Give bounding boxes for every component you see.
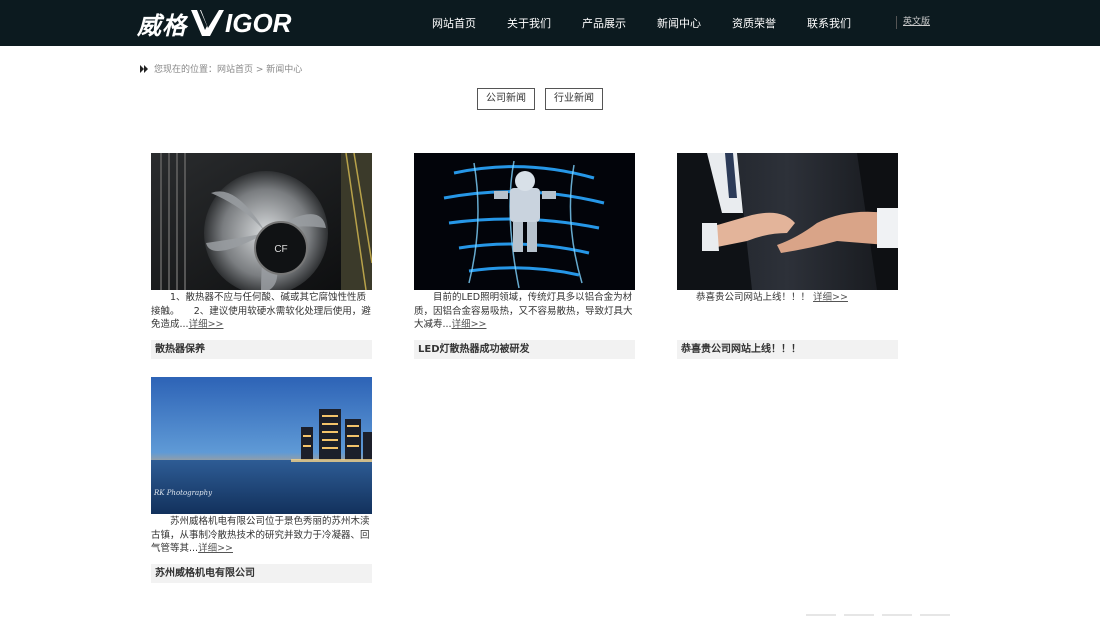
news-card: CF 1、散热器不应与任何酸、碱或其它腐蚀性性质接触。 2、建议使用软硬水需软化… xyxy=(151,153,372,359)
footer-divider xyxy=(806,614,958,616)
logo-en-word: IGOR xyxy=(225,7,292,38)
card-title[interactable]: 散热器保养 xyxy=(151,340,372,359)
site-header: 威格 IGOR 网站首页 关于我们 产品展示 新闻中心 资质荣誉 联系我们 英文… xyxy=(0,0,1100,46)
nav-item-honors[interactable]: 资质荣誉 xyxy=(732,15,776,31)
handshake-image[interactable] xyxy=(677,153,898,290)
logo[interactable]: 威格 IGOR xyxy=(137,4,291,42)
breadcrumb: 您现在的位置：网站首页 > 新闻中心 xyxy=(139,62,302,75)
city-skyline-image[interactable]: RK Photography xyxy=(151,377,372,514)
card-description: 1、散热器不应与任何酸、碱或其它腐蚀性性质接触。 2、建议使用软硬水需软化处理后… xyxy=(151,291,372,333)
card-title[interactable]: 苏州威格机电有限公司 xyxy=(151,564,372,583)
nav-item-news[interactable]: 新闻中心 xyxy=(657,15,701,31)
news-card: RK Photography 苏州威格机电有限公司位于景色秀丽的苏州木渎古镇，从… xyxy=(151,377,372,583)
tab-company-news[interactable]: 公司新闻 xyxy=(477,88,535,110)
main-nav: 网站首页 关于我们 产品展示 新闻中心 资质荣誉 联系我们 xyxy=(432,0,882,46)
card-description-text: 目前的LED照明领域，传统灯具多以铝合金为材质，因铝合金容易吸热，又不容易散热，… xyxy=(414,292,633,330)
nav-item-home[interactable]: 网站首页 xyxy=(432,15,476,31)
tab-industry-news[interactable]: 行业新闻 xyxy=(545,88,603,110)
english-version-link[interactable]: 英文版 xyxy=(896,16,930,29)
read-more-link[interactable]: 详细>> xyxy=(813,292,848,303)
read-more-link[interactable]: 详细>> xyxy=(198,543,233,554)
card-description: 目前的LED照明领域，传统灯具多以铝合金为材质，因铝合金容易吸热，又不容易散热，… xyxy=(414,291,635,333)
card-title[interactable]: 恭喜贵公司网站上线！！！ xyxy=(677,340,898,359)
nav-item-about[interactable]: 关于我们 xyxy=(507,15,551,31)
news-card: 恭喜贵公司网站上线！！！ 详细>> 恭喜贵公司网站上线！！！ xyxy=(677,153,898,359)
logo-cn-text: 威格 xyxy=(137,11,187,40)
news-card: 目前的LED照明领域，传统灯具多以铝合金为材质，因铝合金容易吸热，又不容易散热，… xyxy=(414,153,635,359)
news-category-tabs: 公司新闻 行业新闻 xyxy=(477,88,613,110)
card-description: 苏州威格机电有限公司位于景色秀丽的苏州木渎古镇，从事制冷散热技术的研究并致力于冷… xyxy=(151,515,372,557)
logo-en-text: IGOR xyxy=(189,8,291,39)
nav-item-contact[interactable]: 联系我们 xyxy=(807,15,851,31)
led-light-painting-image[interactable] xyxy=(414,153,635,290)
cpu-cooler-image[interactable]: CF xyxy=(151,153,372,290)
breadcrumb-text: 您现在的位置：网站首页 > 新闻中心 xyxy=(154,65,303,75)
card-title[interactable]: LED灯散热器成功被研发 xyxy=(414,340,635,359)
card-description-text: 1、散热器不应与任何酸、碱或其它腐蚀性性质接触。 2、建议使用软硬水需软化处理后… xyxy=(151,292,371,330)
card-description-text: 苏州威格机电有限公司位于景色秀丽的苏州木渎古镇，从事制冷散热技术的研究并致力于冷… xyxy=(151,516,370,554)
card-description-text: 恭喜贵公司网站上线！！！ xyxy=(677,292,811,303)
read-more-link[interactable]: 详细>> xyxy=(452,319,487,330)
read-more-link[interactable]: 详细>> xyxy=(189,319,224,330)
svg-text:CF: CF xyxy=(274,244,287,255)
nav-item-products[interactable]: 产品展示 xyxy=(582,15,626,31)
double-arrow-icon xyxy=(140,64,148,73)
photo-watermark: RK Photography xyxy=(153,489,213,497)
logo-v-mark-icon xyxy=(191,10,224,36)
card-description: 恭喜贵公司网站上线！！！ 详细>> xyxy=(677,291,898,333)
